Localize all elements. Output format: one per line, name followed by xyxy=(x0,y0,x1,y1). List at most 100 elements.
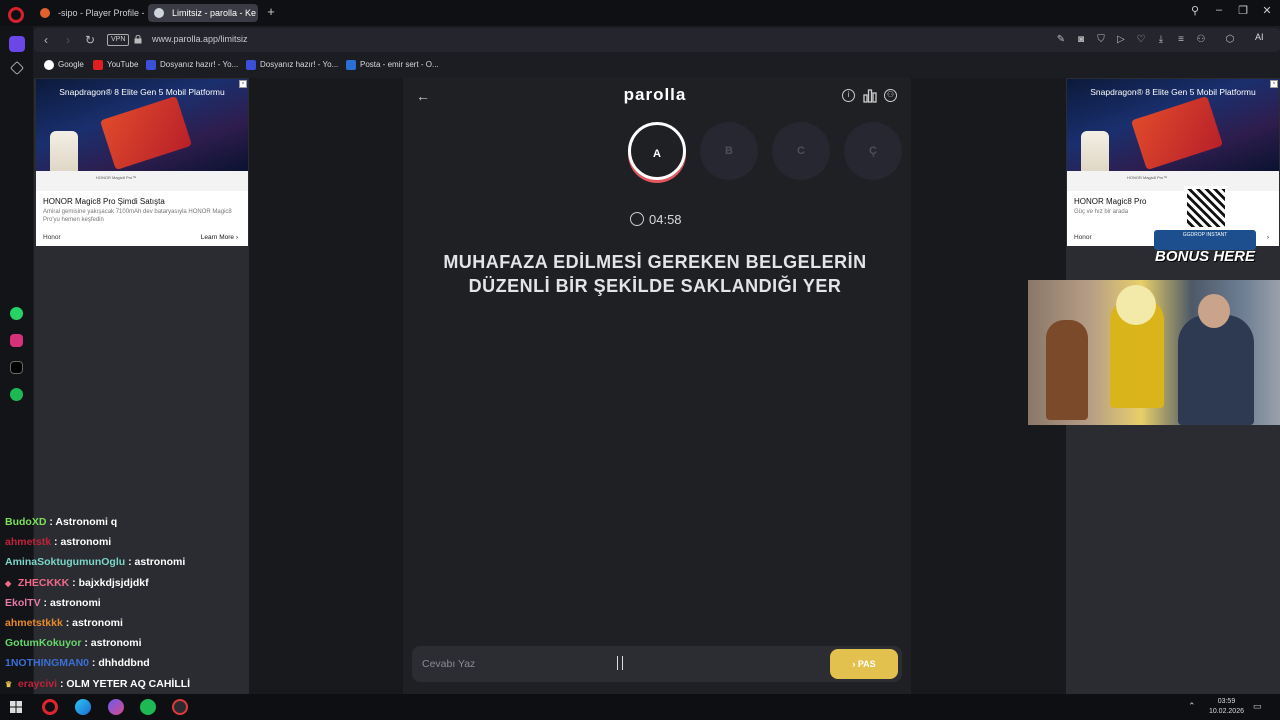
spotify-taskbar-icon[interactable] xyxy=(140,699,156,715)
chat-text: bajxkdjsjdjdkf xyxy=(78,576,149,589)
bonus-bar: GGDROP INSTANT xyxy=(1154,230,1256,250)
discord-taskbar-icon[interactable] xyxy=(108,699,124,715)
chat-crown-icon: ♛ xyxy=(5,679,13,689)
bookmark-download-1[interactable]: Dosyanız hazır! - Yo... xyxy=(146,60,238,70)
timer-value: 04:58 xyxy=(649,212,682,227)
forward-icon[interactable]: › xyxy=(60,32,76,48)
ad-title: HONOR Magic8 Pro Şimdi Satışta xyxy=(43,197,165,206)
chat-text: dhhddbnd xyxy=(98,657,150,670)
tab-parolla[interactable]: Limitsiz - parolla - Ke xyxy=(148,4,258,22)
file-icon xyxy=(146,60,156,70)
chat-message: BudoXD : Astronomi q xyxy=(5,516,118,528)
person-left xyxy=(1046,320,1088,420)
chat-message: EkolTV : astronomi xyxy=(5,596,101,609)
new-tab-plus-icon[interactable]: + xyxy=(264,5,278,19)
stream-chat: BudoXD : Astronomi q ahmetstk : astronom… xyxy=(0,512,260,694)
reload-icon[interactable]: ↻ xyxy=(82,32,98,48)
minimize-icon[interactable]: – xyxy=(1210,4,1228,16)
left-ad-banner[interactable]: Snapdragon® 8 Elite Gen 5 Mobil Platform… xyxy=(36,79,248,246)
camera-icon[interactable]: ◙ xyxy=(1075,34,1087,46)
stats-bar-chart-icon[interactable] xyxy=(863,89,877,103)
ad-headline: Snapdragon® 8 Elite Gen 5 Mobil Platform… xyxy=(59,87,225,97)
ai-button[interactable]: AI xyxy=(1255,32,1264,42)
x-twitter-icon[interactable] xyxy=(10,361,23,374)
url-field[interactable]: www.parolla.app/limitsiz xyxy=(152,34,248,44)
countdown-timer: 04:58 xyxy=(625,212,715,227)
ad-hero-image: Snapdragon® 8 Elite Gen 5 Mobil Platform… xyxy=(1067,79,1279,187)
close-icon[interactable]: ✕ xyxy=(1258,4,1276,17)
bookmark-label: Google xyxy=(58,60,84,69)
text-cursor-icon xyxy=(617,656,623,670)
chat-text: astronomi xyxy=(72,616,123,629)
ad-brand: Honor xyxy=(43,234,61,241)
info-icon[interactable]: i xyxy=(842,89,855,102)
tab-search-icon[interactable]: ⚲ xyxy=(1186,4,1204,17)
ad-hero-image: Snapdragon® 8 Elite Gen 5 Mobil Platform… xyxy=(36,79,248,187)
whatsapp-icon[interactable] xyxy=(10,307,23,320)
chat-text: astronomi xyxy=(60,536,112,549)
menu-icon[interactable]: ≡ xyxy=(1175,34,1187,46)
play-icon[interactable]: ▷ xyxy=(1115,34,1127,46)
mail-icon xyxy=(346,60,356,70)
ad-next-chevron-icon[interactable]: › xyxy=(1267,234,1269,241)
parolla-logo[interactable]: parolla xyxy=(565,85,745,105)
vpn-badge[interactable]: VPN xyxy=(107,34,130,46)
pass-button[interactable]: › PAS xyxy=(830,649,898,679)
edit-icon[interactable]: ✎ xyxy=(1055,34,1067,46)
opera-taskbar-icon[interactable] xyxy=(42,699,58,715)
answer-bar: › PAS xyxy=(412,646,902,682)
learn-more-link[interactable]: Learn More › xyxy=(201,234,238,241)
qr-code xyxy=(1184,186,1228,230)
instagram-icon[interactable] xyxy=(10,334,23,347)
extensions-icon[interactable]: ⬡ xyxy=(1224,34,1236,46)
webcam-overlay xyxy=(1028,280,1280,425)
ad-close-icon[interactable]: × xyxy=(239,80,247,88)
edge-taskbar-icon[interactable] xyxy=(75,699,91,715)
home-icon[interactable] xyxy=(9,36,25,52)
restore-icon[interactable]: ❐ xyxy=(1234,4,1252,17)
user-profile-icon[interactable]: ⚇ xyxy=(884,89,897,102)
notifications-icon[interactable]: ▭ xyxy=(1253,701,1262,712)
back-arrow-icon[interactable]: ← xyxy=(416,88,430,104)
chat-message: ◆ ZHECKKK : bajxkdjsjdjdkf xyxy=(0,573,260,593)
opera-logo-icon[interactable] xyxy=(8,7,24,23)
chat-message: ahmetstk : astronomi xyxy=(5,536,112,549)
bookmark-google[interactable]: Google xyxy=(44,60,84,70)
chat-text: astronomi xyxy=(49,596,101,609)
star-icon[interactable] xyxy=(9,60,25,76)
tab-label: -sipo - Player Profile - FAC xyxy=(58,8,144,18)
letter-circle-c: C xyxy=(772,122,830,180)
ad-close-icon[interactable]: × xyxy=(1270,80,1278,88)
bonus-text: BONUS HERE xyxy=(1154,248,1255,265)
profile-icon[interactable]: ⚇ xyxy=(1195,34,1207,46)
file-icon xyxy=(246,60,256,70)
bookmark-label: YouTube xyxy=(107,60,139,69)
chat-user: BudoXD xyxy=(5,516,47,528)
chip-graphic xyxy=(99,95,193,171)
bookmark-mail[interactable]: Posta - emir sert - O... xyxy=(346,60,439,70)
tab-faceit-profile[interactable]: -sipo - Player Profile - FAC xyxy=(34,4,144,22)
chat-text: astronomi xyxy=(134,556,186,569)
ad-title: HONOR Magic8 Pro xyxy=(1074,197,1147,206)
chat-badge-icon: ◆ xyxy=(5,578,12,588)
heart-icon[interactable]: ♡ xyxy=(1135,34,1147,46)
ad-description: Amiral gemisine yakışacak 7100mAh dev ba… xyxy=(43,209,232,223)
cta-label: Learn More xyxy=(200,234,235,241)
chat-user: eraycivi xyxy=(17,677,58,690)
windows-taskbar xyxy=(0,694,1280,720)
chat-text: astronomi xyxy=(90,637,142,650)
back-icon[interactable]: ‹ xyxy=(38,32,54,48)
spotify-icon[interactable] xyxy=(10,388,23,401)
faceit-favicon-icon xyxy=(40,8,50,18)
download-icon[interactable]: ⤓ xyxy=(1155,34,1167,46)
bookmark-download-2[interactable]: Dosyanız hazır! - Yo... xyxy=(246,60,338,70)
person-right-head xyxy=(1198,294,1230,328)
tray-chevron-icon[interactable]: ⌃ xyxy=(1188,701,1196,712)
app-taskbar-icon[interactable] xyxy=(172,699,188,715)
taskbar-clock[interactable]: 03:59 10.02.2026 xyxy=(1209,697,1244,717)
chat-message: 1NOTHINGMAN0 : dhhddbnd xyxy=(5,657,150,670)
lock-icon xyxy=(134,35,142,44)
shield-icon[interactable]: ⛉ xyxy=(1095,34,1107,46)
windows-start-icon[interactable] xyxy=(10,701,22,713)
bookmark-youtube[interactable]: YouTube xyxy=(93,60,139,70)
